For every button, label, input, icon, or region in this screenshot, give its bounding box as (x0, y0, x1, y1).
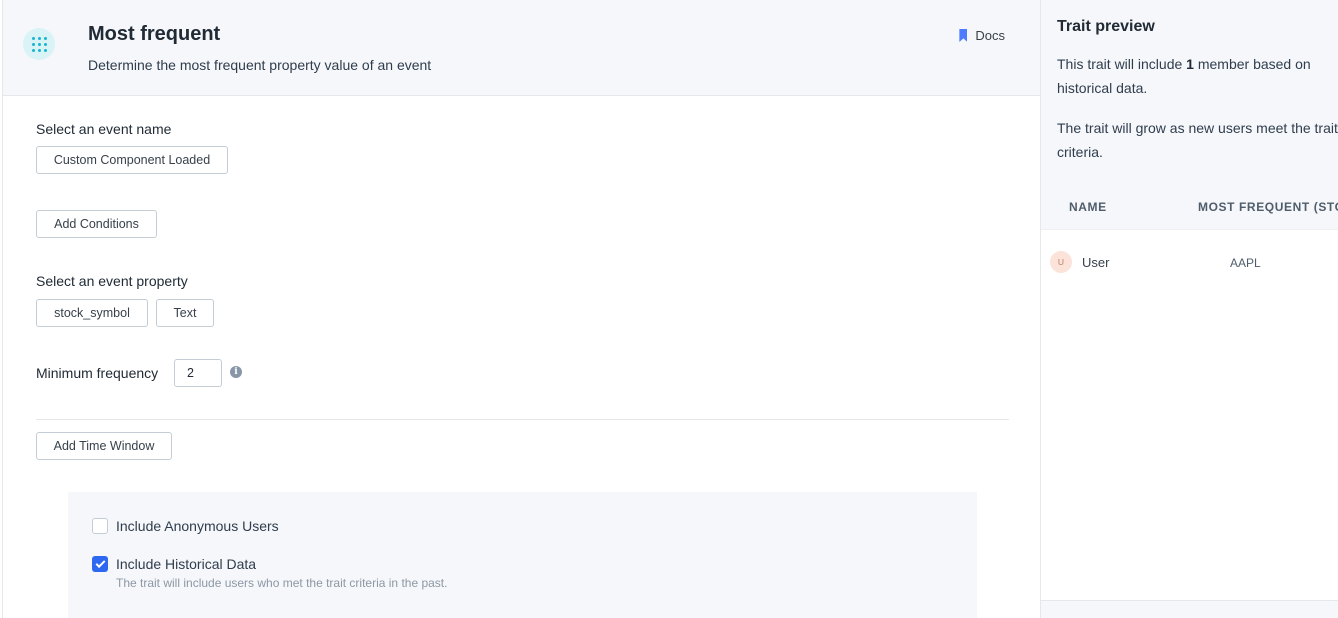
preview-growth-text: The trait will grow as new users meet th… (1057, 120, 1338, 160)
preview-table: U User AAPL (1041, 229, 1338, 601)
historical-data-help: The trait will include users who met the… (116, 576, 448, 590)
historical-data-checkbox[interactable] (92, 556, 108, 572)
info-icon[interactable]: i (230, 366, 242, 378)
divider (36, 419, 1009, 420)
row-name: User (1082, 255, 1110, 270)
preview-member-count-text: This trait will include 1 member based o… (1057, 56, 1311, 96)
add-time-window-button[interactable]: Add Time Window (36, 432, 172, 460)
member-count: 1 (1186, 56, 1194, 72)
trait-header: Most frequent Determine the most frequen… (3, 0, 1041, 96)
column-header-most-frequent[interactable]: MOST FREQUENT (STOCK_SYMBOL) (1198, 200, 1338, 214)
checkmark-icon (95, 557, 105, 568)
docs-link[interactable]: Docs (959, 28, 1005, 43)
grid-icon (23, 28, 55, 60)
trait-options-panel: Include Anonymous Users Include Historic… (68, 492, 977, 618)
docs-label: Docs (975, 28, 1005, 43)
event-property-select[interactable]: stock_symbol (36, 299, 148, 327)
anonymous-users-label[interactable]: Include Anonymous Users (116, 518, 279, 534)
trait-preview-panel: Trait preview This trait will include 1 … (1040, 0, 1338, 618)
row-most-frequent-value: AAPL (1230, 256, 1261, 270)
trait-editor-panel: Most frequent Determine the most frequen… (2, 0, 1041, 618)
anonymous-users-checkbox[interactable] (92, 518, 108, 534)
property-type-select[interactable]: Text (156, 299, 214, 327)
page-subtitle: Determine the most frequent property val… (88, 57, 432, 73)
add-conditions-button[interactable]: Add Conditions (36, 210, 157, 238)
event-name-label: Select an event name (36, 121, 172, 137)
event-name-select[interactable]: Custom Component Loaded (36, 146, 228, 174)
event-property-label: Select an event property (36, 273, 188, 289)
bookmark-icon (959, 29, 968, 42)
min-frequency-label: Minimum frequency (36, 365, 159, 381)
historical-data-label[interactable]: Include Historical Data (116, 556, 256, 572)
min-frequency-input[interactable]: 2 (174, 359, 222, 387)
avatar: U (1050, 251, 1072, 273)
column-header-name[interactable]: NAME (1069, 200, 1107, 214)
page-title: Most frequent (88, 23, 221, 45)
preview-title: Trait preview (1057, 18, 1155, 35)
